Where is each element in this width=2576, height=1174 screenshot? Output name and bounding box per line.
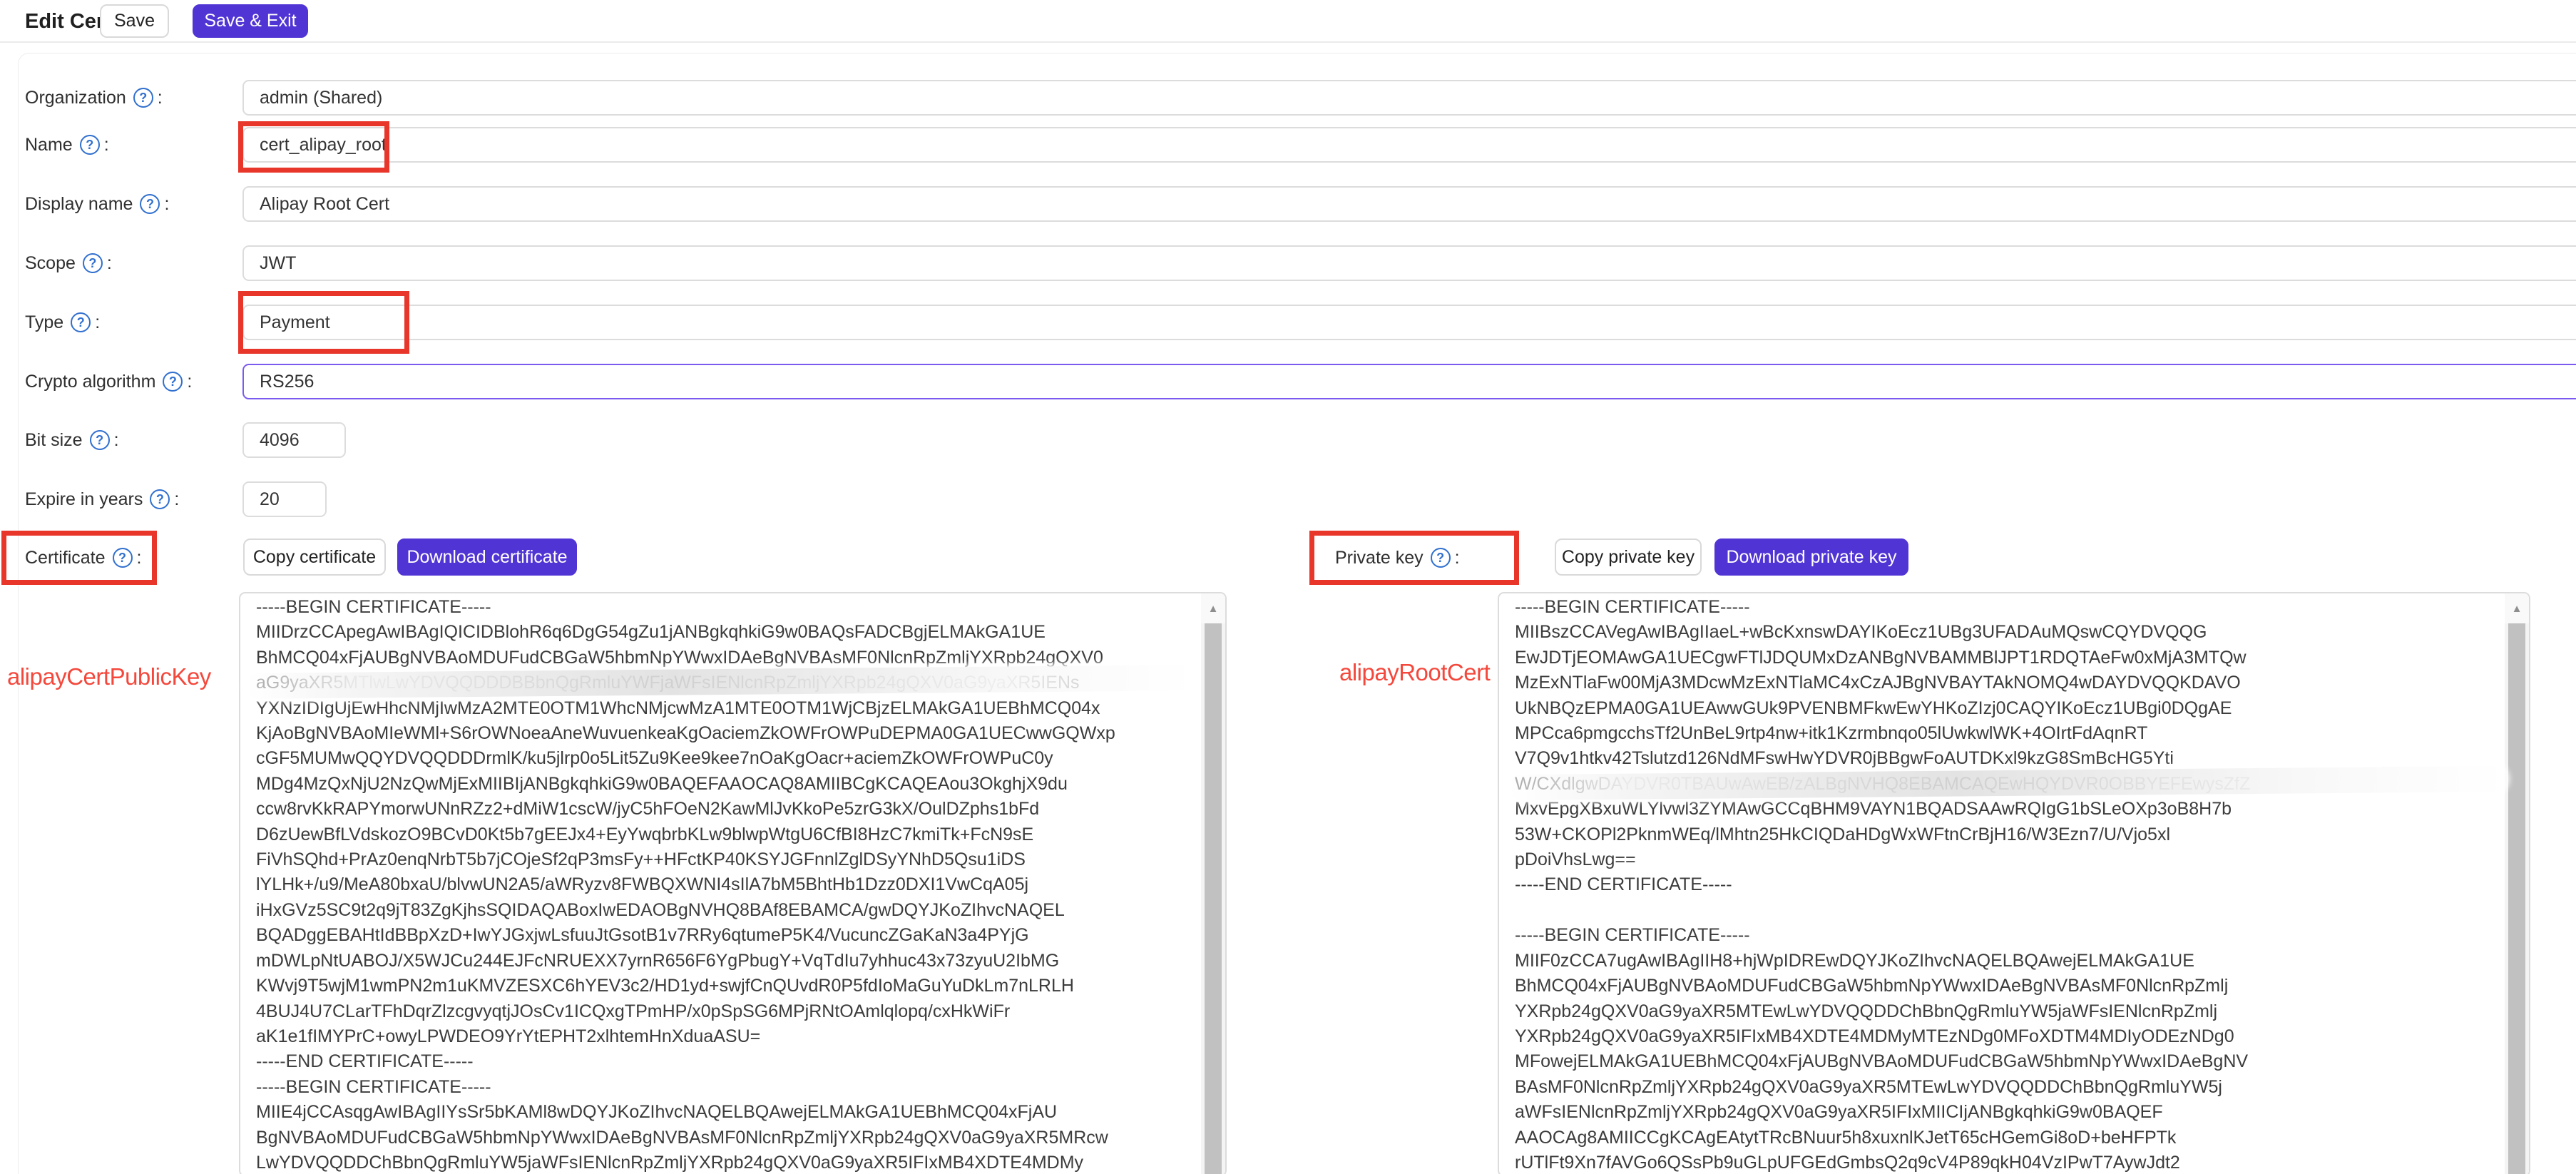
organization-input[interactable]: admin (Shared): [242, 80, 2576, 116]
label-colon: :: [164, 194, 169, 215]
download-private-key-button[interactable]: Download private key: [1714, 538, 1908, 576]
annotation-box-type: [238, 291, 409, 354]
help-icon[interactable]: ?: [90, 430, 110, 450]
label-colon: :: [187, 372, 192, 392]
expire-in-years-input[interactable]: 20: [242, 481, 327, 517]
scope-input[interactable]: JWT: [242, 245, 2576, 281]
save-button[interactable]: Save: [100, 4, 169, 38]
bit-size-label: Bit size: [25, 430, 83, 451]
label-colon: :: [107, 253, 112, 274]
copy-certificate-button[interactable]: Copy certificate: [243, 538, 386, 576]
copy-private-key-button[interactable]: Copy private key: [1555, 538, 1702, 576]
crypto-algorithm-input[interactable]: RS256: [242, 364, 2576, 399]
save-and-exit-button[interactable]: Save & Exit: [193, 4, 308, 38]
help-icon[interactable]: ?: [71, 312, 91, 332]
help-icon[interactable]: ?: [83, 253, 103, 273]
bit-size-input[interactable]: 4096: [242, 422, 346, 458]
display-name-input[interactable]: Alipay Root Cert: [242, 186, 2576, 222]
edit-cert-page: Edit Cert Save Save & Exit Organization?…: [0, 0, 2576, 1174]
annotation-box-private-key-label: [1309, 531, 1519, 585]
label-colon: :: [174, 489, 179, 510]
help-icon[interactable]: ?: [133, 88, 153, 108]
crypto-algorithm-label: Crypto algorithm: [25, 372, 155, 392]
form-row-display-name: Display name?: Alipay Root Cert: [0, 186, 2576, 222]
name-label: Name: [25, 135, 73, 155]
annotation-text-alipay-root-cert: alipayRootCert: [1339, 659, 1490, 686]
form-row-scope: Scope?: JWT: [0, 245, 2576, 281]
scrollbar-thumb[interactable]: [1205, 623, 1222, 1174]
private-key-textarea[interactable]: -----BEGIN CERTIFICATE----- MIIBszCCAVeg…: [1498, 592, 2530, 1174]
scroll-up-icon[interactable]: ▲: [2505, 593, 2529, 623]
help-icon[interactable]: ?: [150, 489, 170, 509]
label-colon: :: [114, 430, 119, 451]
help-icon[interactable]: ?: [140, 194, 160, 214]
expire-in-years-label: Expire in years: [25, 489, 143, 510]
private-key-scrollbar[interactable]: ▲: [2505, 593, 2529, 1174]
form-row-organization: Organization?: admin (Shared): [0, 80, 2576, 116]
scrollbar-thumb[interactable]: [2508, 623, 2525, 1174]
form-row-crypto-algorithm: Crypto algorithm?: RS256: [0, 364, 2576, 399]
help-icon[interactable]: ?: [163, 372, 183, 392]
scroll-up-icon[interactable]: ▲: [1201, 593, 1225, 623]
label-colon: :: [95, 312, 100, 333]
scope-label: Scope: [25, 253, 76, 274]
organization-label: Organization: [25, 88, 126, 108]
type-input[interactable]: Payment: [242, 305, 2576, 340]
type-label: Type: [25, 312, 63, 333]
annotation-box-name: [238, 121, 389, 173]
label-colon: :: [104, 135, 109, 155]
private-key-pem-text: -----BEGIN CERTIFICATE----- MIIBszCCAVeg…: [1515, 595, 2500, 1174]
annotation-text-alipay-cert-public-key: alipayCertPublicKey: [7, 663, 211, 690]
form-row-expire-in-years: Expire in years?: 20: [0, 481, 2576, 517]
name-input[interactable]: cert_alipay_root: [242, 127, 2576, 163]
top-bar: Edit Cert Save Save & Exit: [0, 0, 2576, 43]
form-row-bit-size: Bit size?: 4096: [0, 422, 2576, 458]
help-icon[interactable]: ?: [80, 135, 100, 155]
certificate-scrollbar[interactable]: ▲: [1201, 593, 1225, 1174]
label-colon: :: [158, 88, 163, 108]
annotation-box-certificate-label: [1, 531, 157, 585]
page-title: Edit Cert: [25, 0, 111, 43]
display-name-label: Display name: [25, 194, 133, 215]
download-certificate-button[interactable]: Download certificate: [397, 538, 577, 576]
